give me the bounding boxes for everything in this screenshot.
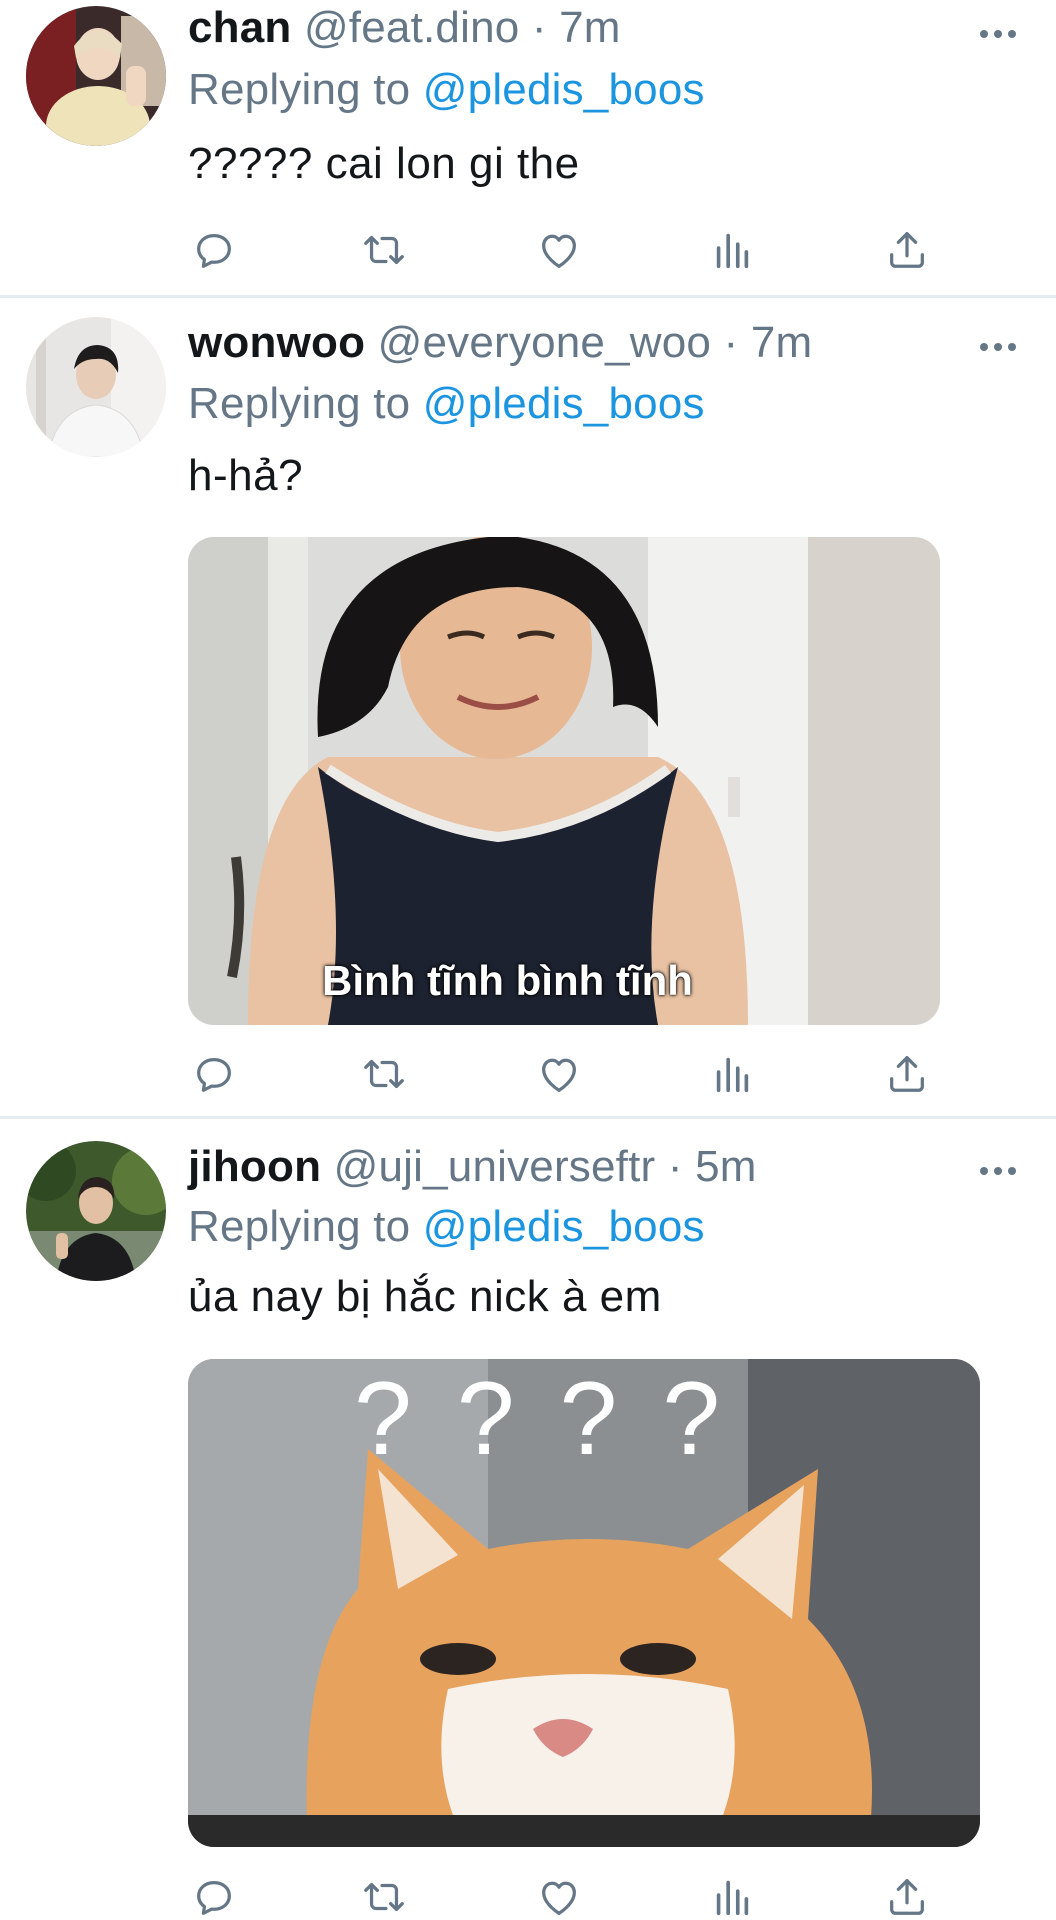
display-name[interactable]: wonwoo <box>188 318 365 367</box>
tweet-header: wonwoo @everyone_woo · 7m <box>188 317 812 369</box>
tweet-wonwoo[interactable]: wonwoo @everyone_woo · 7m Replying to @p… <box>0 298 1056 1116</box>
tweet-text: ????? cai lon gi the <box>188 139 580 188</box>
tweet-actions <box>188 1873 948 1920</box>
replying-prefix: Replying to <box>188 1202 411 1251</box>
tweet-actions <box>188 1050 948 1098</box>
reply-icon <box>197 233 231 268</box>
mention-link[interactable]: @pledis_boos <box>423 1202 705 1251</box>
more-icon-dot <box>1008 1167 1016 1175</box>
reply-icon <box>197 1057 231 1092</box>
replying-to: Replying to @pledis_boos <box>188 378 705 430</box>
analytics-icon <box>716 1880 749 1916</box>
tweet-actions <box>188 226 948 274</box>
reply-feed: chan @feat.dino · 7m Replying to @pledis… <box>0 0 1056 1920</box>
retweet-button[interactable] <box>360 1873 408 1920</box>
reply-icon <box>197 1880 231 1915</box>
display-name[interactable]: jihoon <box>188 1142 321 1191</box>
timestamp[interactable]: 7m <box>751 318 813 367</box>
tweet-header: chan @feat.dino · 7m <box>188 2 621 54</box>
heart-icon <box>542 234 576 268</box>
mention-link[interactable]: @pledis_boos <box>423 65 705 114</box>
media-caption: Bình tĩnh bình tĩnh <box>322 957 693 1004</box>
tweet-text: h-hả? <box>188 451 304 500</box>
like-button[interactable] <box>535 226 583 274</box>
share-button[interactable] <box>883 1050 931 1098</box>
retweet-icon <box>364 235 404 265</box>
more-icon-dot <box>994 30 1002 38</box>
replying-to: Replying to @pledis_boos <box>188 1201 705 1253</box>
more-options-button[interactable] <box>980 341 1016 353</box>
separator-dot: · <box>531 3 547 52</box>
tweet-media-image[interactable]: ? ? ? ? <box>188 1359 980 1847</box>
share-icon <box>890 232 924 268</box>
analytics-button[interactable] <box>708 1050 756 1098</box>
share-icon <box>890 1056 924 1092</box>
like-button[interactable] <box>535 1050 583 1098</box>
more-icon-dot <box>994 343 1002 351</box>
retweet-button[interactable] <box>360 1050 408 1098</box>
retweet-button[interactable] <box>360 226 408 274</box>
mention-link[interactable]: @pledis_boos <box>423 379 705 428</box>
share-button[interactable] <box>883 1873 931 1920</box>
analytics-button[interactable] <box>708 226 756 274</box>
handle[interactable]: @uji_universeftr <box>334 1142 656 1191</box>
more-icon <box>980 343 988 351</box>
heart-icon <box>542 1881 576 1915</box>
like-button[interactable] <box>535 1873 583 1920</box>
tweet-chan[interactable]: chan @feat.dino · 7m Replying to @pledis… <box>0 0 1056 295</box>
replying-prefix: Replying to <box>188 379 411 428</box>
more-icon-dot <box>994 1167 1002 1175</box>
more-options-button[interactable] <box>980 28 1016 40</box>
retweet-icon <box>364 1059 404 1089</box>
share-button[interactable] <box>883 226 931 274</box>
handle[interactable]: @feat.dino <box>304 3 519 52</box>
tweet-jihoon[interactable]: jihoon @uji_universeftr · 5m Replying to… <box>0 1119 1056 1920</box>
avatar[interactable] <box>26 317 166 457</box>
analytics-button[interactable] <box>708 1873 756 1920</box>
reply-button[interactable] <box>190 226 238 274</box>
handle[interactable]: @everyone_woo <box>378 318 711 367</box>
analytics-icon <box>716 233 749 269</box>
more-icon-dot <box>1008 343 1016 351</box>
heart-icon <box>542 1058 576 1092</box>
avatar[interactable] <box>26 1141 166 1281</box>
more-icon <box>980 30 988 38</box>
more-icon-dot <box>1008 30 1016 38</box>
tweet-text: ủa nay bị hắc nick à em <box>188 1272 662 1321</box>
more-options-button[interactable] <box>980 1165 1016 1177</box>
replying-prefix: Replying to <box>188 65 411 114</box>
replying-to: Replying to @pledis_boos <box>188 64 705 116</box>
more-icon <box>980 1167 988 1175</box>
timestamp[interactable]: 5m <box>695 1142 757 1191</box>
timestamp[interactable]: 7m <box>559 3 621 52</box>
reply-button[interactable] <box>190 1873 238 1920</box>
separator-dot: · <box>667 1142 683 1191</box>
media-caption: ? ? ? ? <box>354 1361 729 1477</box>
display-name[interactable]: chan <box>188 3 292 52</box>
avatar[interactable] <box>26 6 166 146</box>
tweet-media-image[interactable]: Bình tĩnh bình tĩnh <box>188 537 940 1025</box>
reply-button[interactable] <box>190 1050 238 1098</box>
share-icon <box>890 1879 924 1915</box>
analytics-icon <box>716 1057 749 1093</box>
separator-dot: · <box>723 318 739 367</box>
retweet-icon <box>364 1882 404 1912</box>
tweet-header: jihoon @uji_universeftr · 5m <box>188 1141 757 1193</box>
